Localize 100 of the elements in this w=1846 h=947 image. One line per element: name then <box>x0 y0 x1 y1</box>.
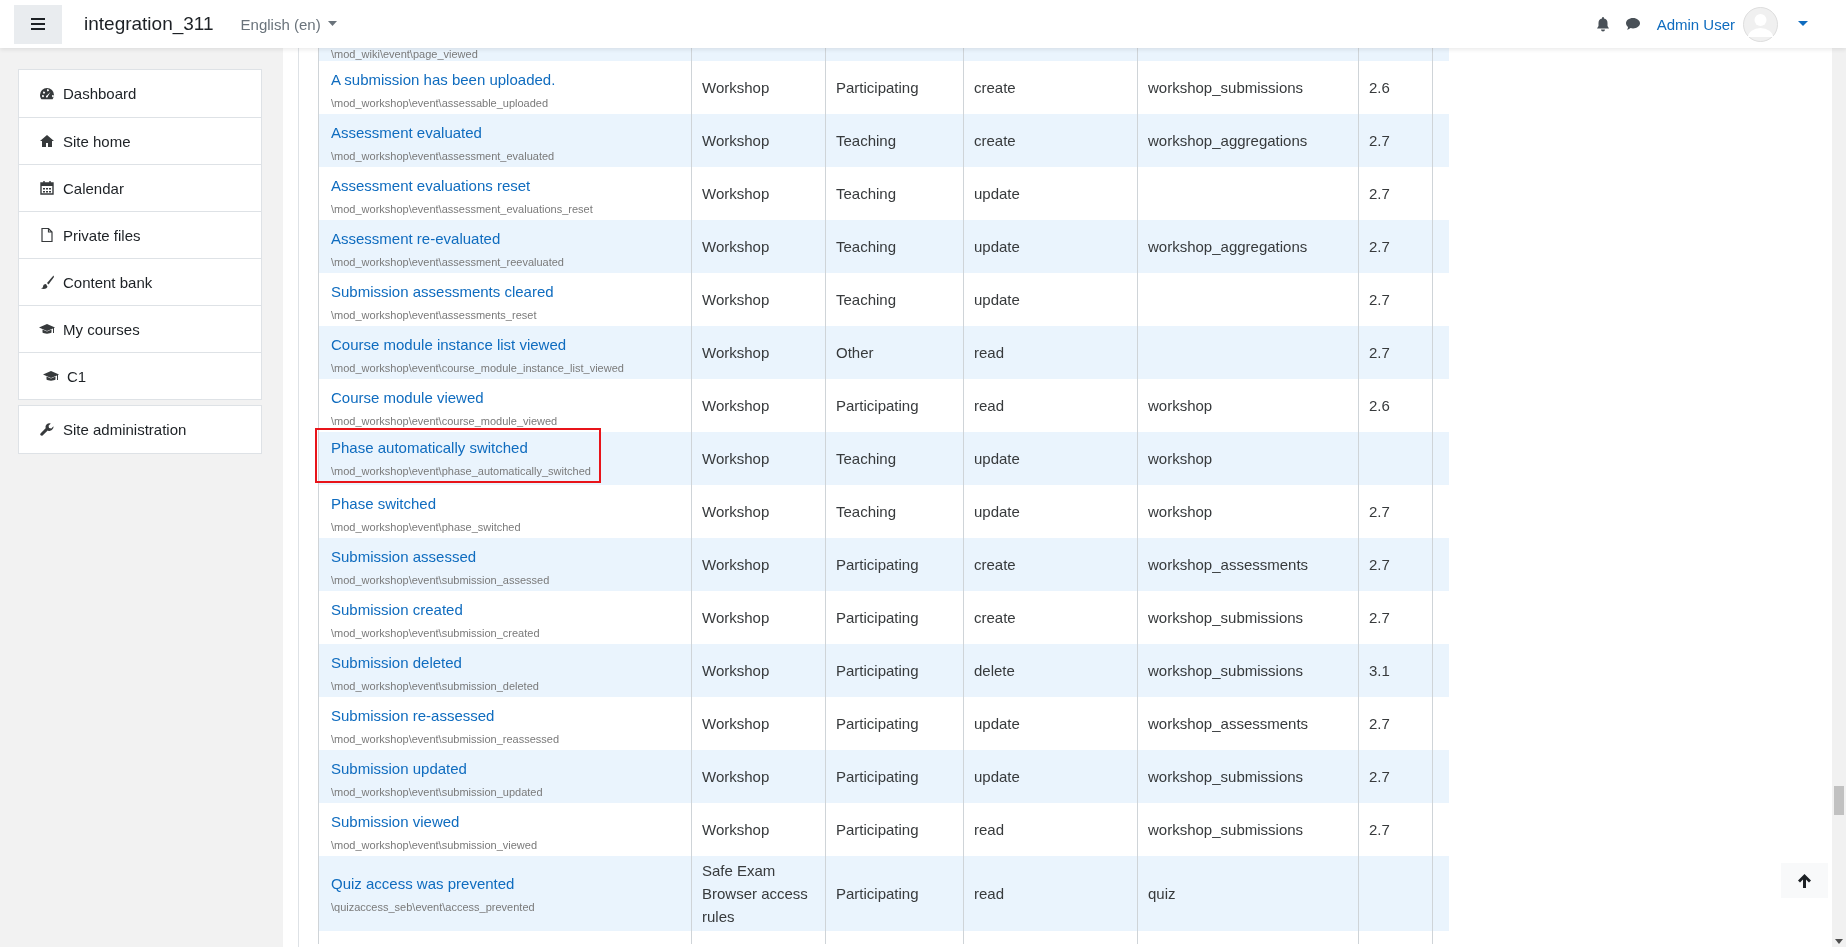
scrollbar-thumb[interactable] <box>1834 786 1844 815</box>
sidebar-item[interactable]: Site home <box>19 117 261 164</box>
table-cell: delete <box>974 662 1015 679</box>
table-cell: Teaching <box>836 291 897 308</box>
event-path: \mod_workshop\event\assessment_reevaluated <box>331 255 565 269</box>
table-cell: Workshop <box>702 132 770 149</box>
event-path: \mod_workshop\event\submission_reassessed <box>331 732 561 746</box>
paintbrush-icon <box>39 274 55 290</box>
event-link[interactable]: Assessment evaluations reset <box>331 176 679 196</box>
table-cell: Workshop <box>702 662 770 679</box>
sidebar-item[interactable]: C1 <box>19 352 261 399</box>
calendar-icon <box>39 180 55 196</box>
sidebar-item[interactable]: Private files <box>19 211 261 258</box>
event-link[interactable]: Submission updated <box>331 759 679 779</box>
sidebar-item[interactable]: Site administration <box>19 406 261 453</box>
table-cell: create <box>974 556 1016 573</box>
caret-icon <box>327 21 337 27</box>
table-cell: Workshop <box>702 450 770 467</box>
table-cell: 2.7 <box>1369 556 1390 573</box>
event-path: \mod_workshop\event\phase_switched <box>331 520 522 534</box>
table-cell: Workshop <box>702 344 770 361</box>
table-cell: quiz <box>1148 885 1176 902</box>
table-cell: update <box>974 768 1020 785</box>
event-path: \mod_wiki\event\page_viewed <box>331 48 479 61</box>
file-icon <box>39 227 55 243</box>
table-cell: Participating <box>836 397 919 414</box>
table-cell: read <box>974 397 1005 414</box>
sidebar-item[interactable]: My courses <box>19 305 261 352</box>
menu-button[interactable] <box>14 4 62 44</box>
table-cell: workshop <box>1148 503 1213 520</box>
event-path: \mod_workshop\event\submission_deleted <box>331 679 540 693</box>
table-cell: workshop <box>1148 450 1213 467</box>
graduation-cap-icon <box>43 368 59 384</box>
event-link[interactable]: Submission assessments cleared <box>331 282 679 302</box>
event-link[interactable]: Course module viewed <box>331 388 679 408</box>
scroll-down-icon <box>1835 939 1843 944</box>
table-cell: workshop_aggregations <box>1148 238 1308 255</box>
event-link[interactable]: Submission created <box>331 600 679 620</box>
table-cell: Workshop <box>702 79 770 96</box>
table-cell: Workshop <box>702 185 770 202</box>
table-cell: Safe Exam Browser access rules <box>702 862 808 925</box>
event-link[interactable]: Submission assessed <box>331 547 679 567</box>
table-cell: 2.7 <box>1369 768 1390 785</box>
table-cell: Workshop <box>702 291 770 308</box>
event-link[interactable]: Assessment re-evaluated <box>331 229 679 249</box>
table-cell: Participating <box>836 885 919 902</box>
event-link[interactable]: Quiz access was prevented <box>331 873 679 894</box>
back-to-top-button[interactable] <box>1781 863 1828 898</box>
table-cell: workshop <box>1148 397 1213 414</box>
avatar-icon <box>1743 6 1778 42</box>
table-cell: Workshop <box>702 609 770 626</box>
event-link[interactable]: Submission deleted <box>331 653 679 673</box>
table-cell: update <box>974 291 1020 308</box>
event-path: \mod_workshop\event\assessments_reset <box>331 308 538 322</box>
table-cell: workshop_submissions <box>1148 821 1304 838</box>
table-cell: workshop_submissions <box>1148 768 1304 785</box>
table-cell: Teaching <box>836 450 897 467</box>
event-path: \mod_workshop\event\course_module_instance_list_viewed <box>331 361 625 375</box>
sidebar-item[interactable]: Content bank <box>19 258 261 305</box>
event-path: \mod_workshop\event\assessable_uploaded <box>331 96 550 110</box>
event-link[interactable]: A submission has been uploaded. <box>331 70 679 90</box>
user-name[interactable]: Admin User <box>1656 15 1735 33</box>
table-cell: Participating <box>836 768 919 785</box>
table-cell: update <box>974 238 1020 255</box>
site-name[interactable]: integration_311 <box>84 13 214 35</box>
table-cell: workshop_submissions <box>1148 662 1304 679</box>
event-path: \mod_workshop\event\submission_updated <box>331 785 544 799</box>
sidebar-item[interactable]: Dashboard <box>19 70 261 117</box>
dashboard-icon <box>39 85 55 102</box>
sidebar-item[interactable]: Calendar <box>19 164 261 211</box>
table-cell: 2.7 <box>1369 344 1390 361</box>
event-path: \quizaccess_seb\event\access_prevented <box>331 899 536 914</box>
chat-icon <box>1624 17 1641 31</box>
event-path: \mod_workshop\event\submission_assessed <box>331 573 551 587</box>
event-link[interactable]: Submission viewed <box>331 812 679 832</box>
event-link[interactable]: Phase switched <box>331 494 679 514</box>
arrow-up-icon <box>1798 873 1811 888</box>
table-cell: 2.7 <box>1369 609 1390 626</box>
bell-icon <box>1595 16 1610 32</box>
event-path: \mod_workshop\event\course_module_viewed <box>331 414 559 428</box>
table-cell: Teaching <box>836 238 897 255</box>
table-cell: 2.7 <box>1369 291 1390 308</box>
table-cell: read <box>974 885 1005 902</box>
event-link[interactable]: Assessment evaluated <box>331 123 679 143</box>
event-link[interactable]: Course module instance list viewed <box>331 335 679 355</box>
table-cell: workshop_assessments <box>1148 556 1309 573</box>
table-cell: 2.7 <box>1369 821 1390 838</box>
event-link[interactable]: Phase automatically switched <box>331 438 591 458</box>
table-cell: Workshop <box>702 397 770 414</box>
menu-icon <box>31 18 45 30</box>
table-cell: Participating <box>836 821 919 838</box>
table-cell: Workshop <box>702 238 770 255</box>
wrench-icon <box>39 421 55 438</box>
table-cell: Teaching <box>836 503 897 520</box>
table-cell: Workshop <box>702 715 770 732</box>
language-menu[interactable]: English (en) <box>240 15 337 33</box>
table-cell: Workshop <box>702 821 770 838</box>
event-link[interactable]: Submission re-assessed <box>331 706 679 726</box>
table-cell: update <box>974 185 1020 202</box>
table-cell: workshop_submissions <box>1148 609 1304 626</box>
